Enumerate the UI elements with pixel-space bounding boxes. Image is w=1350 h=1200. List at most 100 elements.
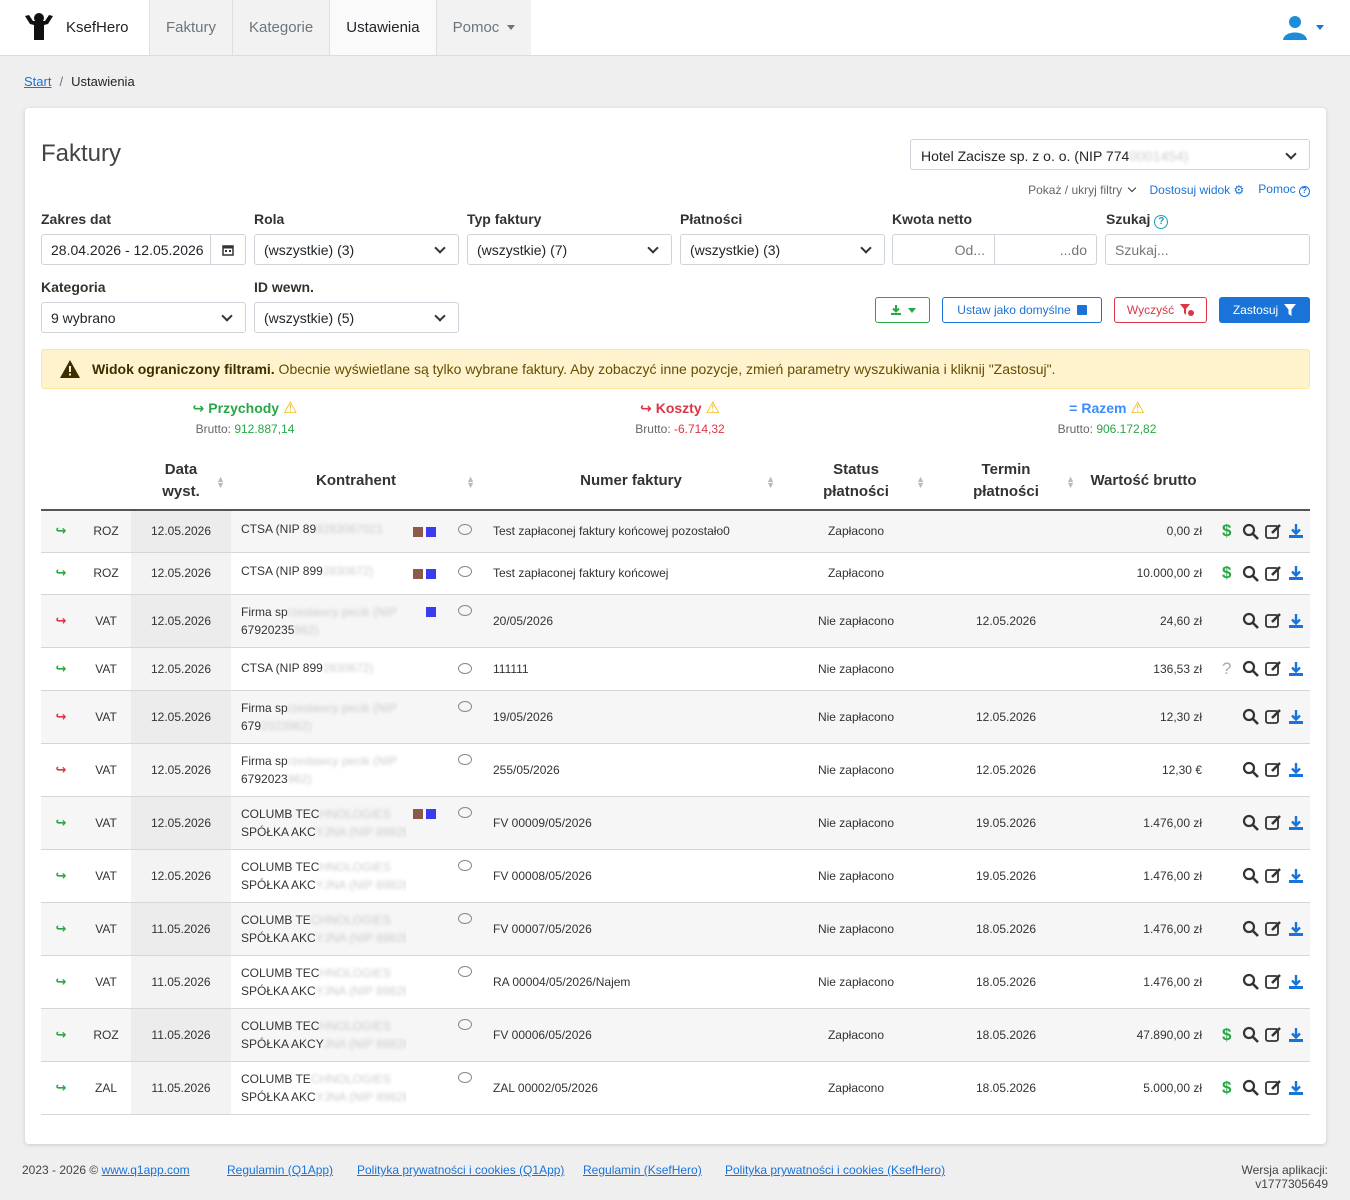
role-select[interactable]: (wszystkie) (3): [254, 234, 459, 265]
comment-icon[interactable]: [458, 1071, 472, 1083]
search-icon[interactable]: [1242, 973, 1259, 990]
comment-icon[interactable]: [458, 965, 472, 977]
edit-icon[interactable]: [1265, 814, 1282, 831]
brand[interactable]: KsefHero: [22, 12, 129, 42]
download-icon[interactable]: [1288, 613, 1304, 629]
col-number[interactable]: Numer faktury ▲ ▼: [481, 452, 781, 511]
footer-site-link[interactable]: www.q1app.com: [102, 1163, 190, 1177]
search-icon[interactable]: [1242, 612, 1259, 629]
download-icon[interactable]: [1288, 709, 1304, 725]
comment-icon[interactable]: [458, 700, 472, 712]
download-icon[interactable]: [1288, 565, 1304, 581]
company-select[interactable]: Hotel Zacisze sp. z o. o. (NIP 774000145…: [910, 139, 1310, 170]
download-icon[interactable]: [1288, 661, 1304, 677]
search-icon[interactable]: [1242, 761, 1259, 778]
table-row[interactable]: ↪ VAT 12.05.2026 CTSA (NIP 8992830672) 1…: [41, 647, 1310, 691]
edit-icon[interactable]: [1265, 612, 1282, 629]
toggle-filters-link[interactable]: Pokaż / ukryj filtry: [1028, 183, 1137, 197]
edit-icon[interactable]: [1265, 761, 1282, 778]
dollar-icon[interactable]: $: [1222, 1078, 1236, 1098]
export-dropdown-button[interactable]: [875, 297, 930, 323]
breadcrumb-home[interactable]: Start: [24, 74, 51, 89]
edit-icon[interactable]: [1265, 565, 1282, 582]
table-row[interactable]: ↪ VAT 11.05.2026 COLUMB TECHNOLOGIES SPÓŁ…: [41, 955, 1310, 1009]
table-row[interactable]: ↪ ROZ 12.05.2026 CTSA (NIP 898283067021 …: [41, 510, 1310, 553]
download-icon[interactable]: [1288, 523, 1304, 539]
tab-kategorie[interactable]: Kategorie: [232, 0, 330, 55]
dollar-icon[interactable]: $: [1222, 1025, 1236, 1045]
search-icon[interactable]: [1242, 565, 1259, 582]
download-icon[interactable]: [1288, 921, 1304, 937]
comment-icon[interactable]: [458, 662, 472, 674]
edit-icon[interactable]: [1265, 523, 1282, 540]
footer-privacy-ksefhero[interactable]: Polityka prywatności i cookies (KsefHero…: [725, 1163, 1173, 1191]
download-icon[interactable]: [1288, 1080, 1304, 1096]
footer-terms-q1app[interactable]: Regulamin (Q1App): [227, 1163, 357, 1191]
search-icon[interactable]: [1242, 1026, 1259, 1043]
download-icon[interactable]: [1288, 974, 1304, 990]
internal-id-select[interactable]: (wszystkie) (5): [254, 302, 459, 333]
tab-ustawienia[interactable]: Ustawienia: [329, 0, 436, 55]
search-icon[interactable]: [1242, 1079, 1259, 1096]
search-icon[interactable]: [1242, 708, 1259, 725]
dollar-icon[interactable]: $: [1222, 521, 1236, 541]
table-row[interactable]: ↪ VAT 12.05.2026 Firma sprzedawcy pecik …: [41, 690, 1310, 744]
download-icon[interactable]: [1288, 815, 1304, 831]
table-row[interactable]: ↪ VAT 12.05.2026 Firma sprzedawcy pecik …: [41, 743, 1310, 797]
download-icon[interactable]: [1288, 762, 1304, 778]
help-link[interactable]: Pomoc ?: [1258, 182, 1310, 197]
apply-button[interactable]: Zastosuj: [1219, 297, 1310, 323]
comment-icon[interactable]: [458, 912, 472, 924]
customize-view-link[interactable]: Dostosuj widok ⚙: [1149, 183, 1244, 197]
table-row[interactable]: ↪ VAT 11.05.2026 COLUMB TECHNOLOGIES SPÓŁ…: [41, 902, 1310, 956]
edit-icon[interactable]: [1265, 660, 1282, 677]
tab-faktury[interactable]: Faktury: [149, 0, 233, 55]
edit-icon[interactable]: [1265, 708, 1282, 725]
category-select[interactable]: 9 wybrano: [41, 302, 246, 333]
table-row[interactable]: ↪ VAT 12.05.2026 Firma sprzedawcy pecik …: [41, 594, 1310, 648]
amount-to-input[interactable]: ...do: [994, 234, 1097, 265]
table-row[interactable]: ↪ ROZ 11.05.2026 COLUMB TECHNOLOGIES SPÓŁ…: [41, 1008, 1310, 1062]
col-status[interactable]: Status płatności ▲ ▼: [781, 452, 931, 511]
comment-icon[interactable]: [458, 806, 472, 818]
edit-icon[interactable]: [1265, 973, 1282, 990]
search-icon[interactable]: [1242, 867, 1259, 884]
table-row[interactable]: ↪ VAT 12.05.2026 COLUMB TECHNOLOGIES SPÓŁ…: [41, 796, 1310, 850]
comment-icon[interactable]: [458, 604, 472, 616]
edit-icon[interactable]: [1265, 1026, 1282, 1043]
set-default-button[interactable]: Ustaw jako domyślne: [942, 297, 1102, 323]
comment-icon[interactable]: [458, 1018, 472, 1030]
table-row[interactable]: ↪ ZAL 11.05.2026 COLUMB TECHNOLOGIES SPÓŁ…: [41, 1061, 1310, 1115]
download-icon[interactable]: [1288, 868, 1304, 884]
clear-button[interactable]: Wyczyść: [1114, 297, 1207, 323]
search-input[interactable]: Szukaj...: [1105, 234, 1310, 265]
table-row[interactable]: ↪ ROZ 12.05.2026 CTSA (NIP 8992830672) T…: [41, 552, 1310, 595]
invoice-type-select[interactable]: (wszystkie) (7): [467, 234, 672, 265]
search-icon[interactable]: [1242, 920, 1259, 937]
date-range-input[interactable]: 28.04.2026 - 12.05.2026: [41, 234, 246, 265]
payments-select[interactable]: (wszystkie) (3): [680, 234, 885, 265]
edit-icon[interactable]: [1265, 920, 1282, 937]
edit-icon[interactable]: [1265, 867, 1282, 884]
col-date[interactable]: Data wyst. ▲ ▼: [131, 452, 231, 511]
col-due[interactable]: Termin płatności ▲ ▼: [931, 452, 1081, 511]
number-cell: 19/05/2026: [481, 690, 781, 744]
question-icon[interactable]: ?: [1222, 659, 1236, 679]
comment-icon[interactable]: [458, 524, 472, 536]
comment-icon[interactable]: [458, 753, 472, 765]
search-icon[interactable]: [1242, 660, 1259, 677]
footer-privacy-q1app[interactable]: Polityka prywatności i cookies (Q1App): [357, 1163, 583, 1191]
download-icon[interactable]: [1288, 1027, 1304, 1043]
comment-icon[interactable]: [458, 859, 472, 871]
table-row[interactable]: ↪ VAT 12.05.2026 COLUMB TECHNOLOGIES SPÓŁ…: [41, 849, 1310, 903]
edit-icon[interactable]: [1265, 1079, 1282, 1096]
comment-icon[interactable]: [458, 566, 472, 577]
col-contractor[interactable]: Kontrahent ▲ ▼: [231, 452, 481, 511]
dollar-icon[interactable]: $: [1222, 563, 1236, 583]
search-icon[interactable]: [1242, 523, 1259, 540]
amount-from-input[interactable]: Od...: [892, 234, 995, 265]
footer-terms-ksefhero[interactable]: Regulamin (KsefHero): [583, 1163, 725, 1191]
search-icon[interactable]: [1242, 814, 1259, 831]
user-menu[interactable]: [1282, 14, 1324, 40]
tab-pomoc[interactable]: Pomoc: [435, 0, 532, 55]
